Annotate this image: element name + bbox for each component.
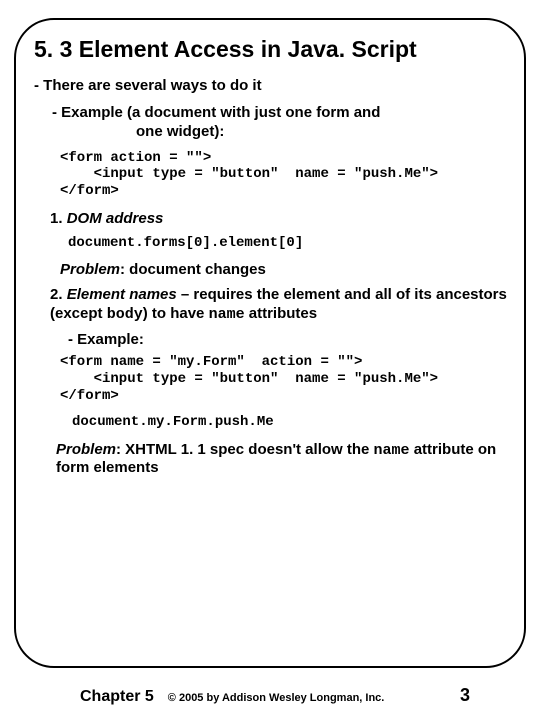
- code-block-3: <form name = "my.Form" action = ""> <inp…: [60, 354, 512, 404]
- problem-1-text: : document changes: [120, 261, 266, 278]
- item-2-rest3: attributes: [245, 305, 318, 322]
- example-label: - Example (a document with just one form…: [52, 104, 512, 142]
- problem-2-code: name: [374, 442, 410, 459]
- footer-page-number: 3: [460, 685, 470, 706]
- item-1: 1. DOM address: [50, 210, 512, 229]
- problem-2: Problem: XHTML 1. 1 spec doesn't allow t…: [56, 441, 512, 476]
- footer: Chapter 5 © 2005 by Addison Wesley Longm…: [0, 685, 540, 706]
- problem-2-label: Problem: [56, 441, 116, 458]
- footer-chapter: Chapter 5: [80, 688, 154, 706]
- content-frame: 5. 3 Element Access in Java. Script - Th…: [14, 18, 526, 668]
- example-2-label: - Example:: [68, 331, 512, 348]
- item-1-number: 1.: [50, 210, 67, 227]
- footer-copyright: © 2005 by Addison Wesley Longman, Inc.: [168, 692, 385, 704]
- code-block-4: document.my.Form.push.Me: [72, 414, 512, 431]
- item-2: 2. Element names – requires the element …: [50, 286, 512, 325]
- code-block-1: <form action = ""> <input type = "button…: [60, 150, 512, 200]
- example-label-line2: one widget):: [136, 123, 512, 142]
- slide-title: 5. 3 Element Access in Java. Script: [34, 36, 512, 63]
- code-block-2: document.forms[0].element[0]: [68, 235, 512, 252]
- example-label-line1: - Example (a document with just one form…: [52, 104, 380, 121]
- item-2-code-body: body: [107, 306, 143, 323]
- item-2-rest2: ) to have: [143, 305, 209, 322]
- item-2-number: 2.: [50, 286, 67, 303]
- problem-2-text1: : XHTML 1. 1 spec doesn't allow the: [116, 441, 374, 458]
- item-1-title: DOM address: [67, 210, 164, 227]
- item-2-code-name: name: [209, 306, 245, 323]
- problem-1-label: Problem: [60, 261, 120, 278]
- bullet-intro: - There are several ways to do it: [34, 77, 512, 94]
- item-2-title: Element names: [67, 286, 177, 303]
- slide-page: 5. 3 Element Access in Java. Script - Th…: [0, 0, 540, 720]
- problem-1: Problem: document changes: [60, 261, 512, 278]
